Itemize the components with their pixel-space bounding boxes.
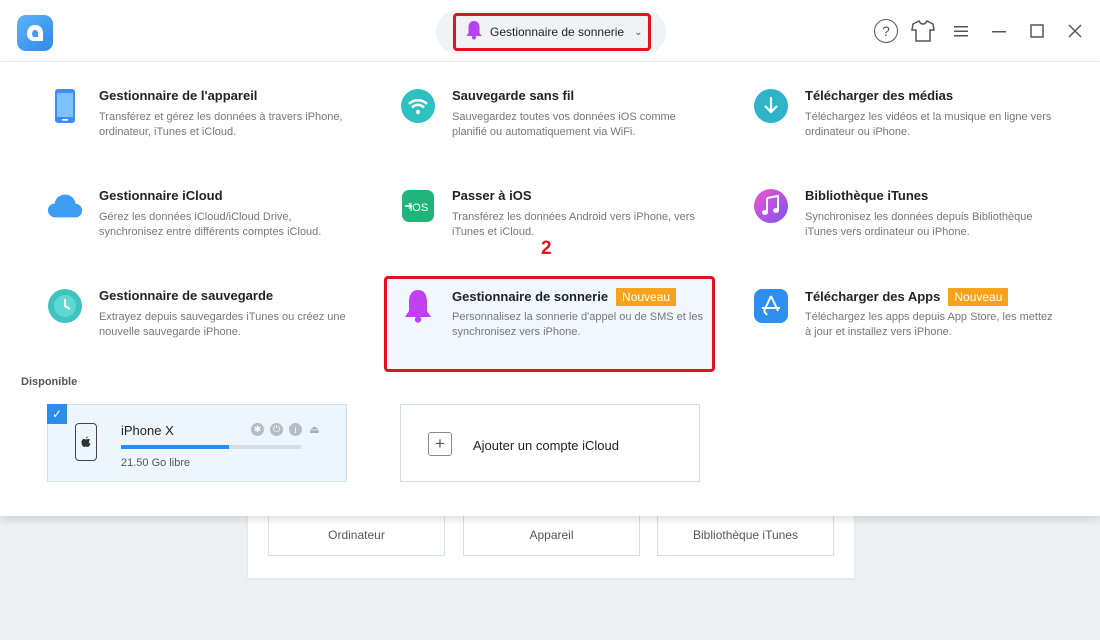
new-badge: Nouveau [948,288,1009,306]
music-icon [753,188,789,224]
feature-ringtone-manager[interactable]: Gestionnaire de sonnerie Nouveau Personna… [400,288,730,368]
device-card-iphone-x[interactable]: ✓ iPhone X ✱ ⏻ i ⏏ 21.50 Go libre [47,404,347,482]
plus-icon: + [428,432,452,456]
feature-menu-panel: Gestionnaire de l'appareil Transférez et… [0,62,1100,516]
storage-bar-fill [121,445,229,449]
feature-title: Gestionnaire iCloud [99,188,223,203]
feature-title: Gestionnaire de sonnerie Nouveau [452,288,677,306]
storage-bar [121,445,301,449]
feature-title: Gestionnaire de sauvegarde [99,288,274,303]
add-icloud-account-button[interactable]: + Ajouter un compte iCloud [400,404,700,482]
feature-title: Passer à iOS [452,188,532,203]
svg-text:iOS: iOS [410,202,428,214]
power-icon[interactable]: ⏻ [270,423,283,436]
wifi-icon [400,88,436,124]
download-icon [753,88,789,124]
tab-computer[interactable]: Ordinateur [268,514,445,556]
app-store-icon [753,288,789,324]
close-icon[interactable] [1062,18,1088,44]
feature-desc: Sauvegardez toutes vos données iOS comme… [452,111,676,138]
device-storage: 21.50 Go libre [121,457,191,469]
feature-title: Bibliothèque iTunes [805,188,929,203]
bell-icon [466,20,482,45]
iphone-icon [75,423,97,461]
app-logo-icon [17,15,53,51]
cloud-icon [47,188,83,224]
maximize-icon[interactable] [1024,18,1050,44]
checkmark-icon[interactable]: ✓ [47,404,67,424]
feature-title-text: Gestionnaire de sonnerie [452,289,609,304]
feature-desc: Synchronisez les données depuis Biblioth… [805,211,1033,238]
feature-title: Gestionnaire de l'appareil [99,88,258,103]
minimize-icon[interactable] [986,18,1012,44]
titlebar: Gestionnaire de sonnerie ⌄ ? [0,0,1100,62]
feature-title: Sauvegarde sans fil [452,88,575,103]
new-badge: Nouveau [616,288,677,306]
device-actions: ✱ ⏻ i ⏏ [251,423,321,436]
feature-desc: Téléchargez les vidéos et la musique en … [805,111,1052,138]
add-icloud-label: Ajouter un compte iCloud [473,438,619,453]
feature-move-to-ios[interactable]: iOS Passer à iOS Transférez les données … [400,188,730,268]
feature-title: Télécharger des médias [805,88,954,103]
feature-desc: Transférez les données Android vers iPho… [452,211,695,238]
tab-device-label: Appareil [529,528,574,542]
tab-itunes-library-label: Bibliothèque iTunes [693,528,798,542]
feature-media-download[interactable]: Télécharger des médias Téléchargez les v… [753,88,1083,168]
feature-device-manager[interactable]: Gestionnaire de l'appareil Transférez et… [47,88,377,168]
available-devices-label: Disponible [21,376,78,388]
feature-desc: Téléchargez les apps depuis App Store, l… [805,311,1053,338]
device-name: iPhone X [121,423,174,438]
feature-wireless-backup[interactable]: Sauvegarde sans fil Sauvegardez toutes v… [400,88,730,168]
annotation-step-2: 2 [541,238,552,259]
skin-icon[interactable] [910,18,936,44]
clock-icon [47,288,83,324]
feature-title: Télécharger des Apps Nouveau [805,288,1009,306]
mode-selector-highlight[interactable]: Gestionnaire de sonnerie ⌄ [453,13,651,51]
feature-icloud-manager[interactable]: Gestionnaire iCloud Gérez les données iC… [47,188,377,268]
feature-app-download[interactable]: Télécharger des Apps Nouveau Téléchargez … [753,288,1083,368]
feature-backup-manager[interactable]: Gestionnaire de sauvegarde Extrayez depu… [47,288,377,368]
settings-icon[interactable]: ✱ [251,423,264,436]
feature-desc: Gérez les données iCloud/iCloud Drive, s… [99,211,322,238]
feature-desc: Extrayez depuis sauvegardes iTunes ou cr… [99,311,346,338]
feature-itunes-library[interactable]: Bibliothèque iTunes Synchronisez les don… [753,188,1083,268]
help-icon[interactable]: ? [874,19,898,43]
menu-icon[interactable] [948,18,974,44]
tab-computer-label: Ordinateur [328,528,385,542]
bell-icon [400,288,436,324]
phone-icon [47,88,83,124]
mode-selector-label: Gestionnaire de sonnerie [490,25,625,39]
info-icon[interactable]: i [289,423,302,436]
tab-itunes-library[interactable]: Bibliothèque iTunes [657,514,834,556]
window-controls: ? [874,18,1088,44]
to-ios-icon: iOS [400,188,436,224]
feature-title-text: Télécharger des Apps [805,289,941,304]
feature-desc: Transférez et gérez les données à traver… [99,111,343,138]
chevron-down-icon: ⌄ [634,26,643,38]
tab-device[interactable]: Appareil [463,514,640,556]
mode-selector[interactable]: Gestionnaire de sonnerie ⌄ [436,10,666,54]
eject-icon[interactable]: ⏏ [308,423,321,436]
feature-desc: Personnalisez la sonnerie d'appel ou de … [452,311,703,338]
